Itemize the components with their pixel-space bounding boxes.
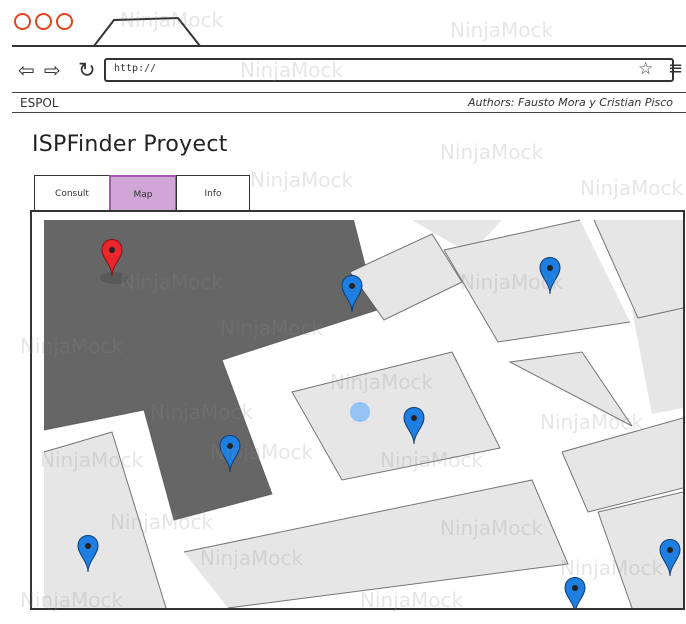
chrome-divider <box>12 45 686 47</box>
close-window-icon[interactable] <box>14 13 31 30</box>
page-title: ISPFinder Proyect <box>32 132 228 157</box>
tab-bar: Consult Map Info <box>34 175 250 212</box>
browser-chrome <box>0 0 686 47</box>
header-divider-bottom <box>12 112 686 113</box>
watermark: NinjaMock <box>440 140 544 164</box>
browser-tab[interactable] <box>92 16 204 46</box>
tab-map[interactable]: Map <box>109 175 177 212</box>
navigation-bar: ⇦ ⇨ ↻ http:// ☆ ≡ <box>12 55 686 89</box>
watermark: NinjaMock <box>250 168 354 192</box>
address-bar[interactable]: http:// <box>104 58 674 82</box>
brand-label: ESPOL <box>20 96 59 110</box>
arrow-left-icon[interactable]: ⇦ <box>18 59 35 81</box>
authors-label: Authors: Fausto Mora y Cristian Pisco <box>468 96 674 109</box>
watermark: NinjaMock <box>580 176 684 200</box>
url-text: http:// <box>114 63 157 74</box>
tab-consult[interactable]: Consult <box>34 175 110 212</box>
minimize-window-icon[interactable] <box>35 13 52 30</box>
current-location-dot <box>350 402 370 422</box>
maximize-window-icon[interactable] <box>56 13 73 30</box>
tab-info[interactable]: Info <box>176 175 250 212</box>
map-view[interactable] <box>30 210 685 610</box>
arrow-right-icon[interactable]: ⇨ <box>44 59 61 81</box>
hamburger-menu-icon[interactable]: ≡ <box>668 58 683 79</box>
star-icon[interactable]: ☆ <box>638 59 653 79</box>
header-divider-top <box>12 92 686 93</box>
map-canvas[interactable] <box>32 212 683 608</box>
refresh-icon[interactable]: ↻ <box>78 59 96 81</box>
